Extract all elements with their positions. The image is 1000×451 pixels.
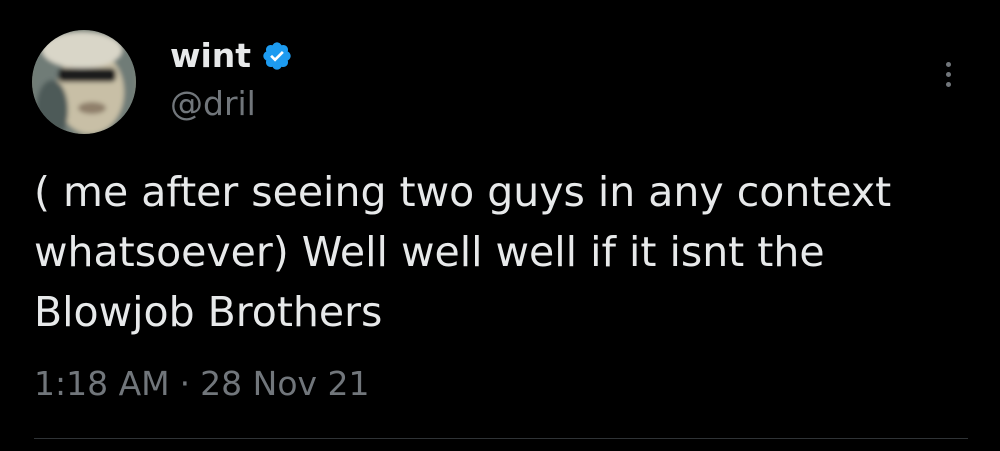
tweet-date: 28 Nov 21 (200, 364, 370, 403)
divider (34, 438, 968, 439)
tweet-text-line: ( me after seeing two guys in any contex… (34, 168, 892, 216)
display-name[interactable]: wint (170, 34, 251, 78)
tweet: wint @dril ( me after seeing two guys in… (0, 0, 1000, 451)
name-row: wint (170, 34, 293, 78)
more-dot (945, 61, 951, 67)
tweet-text-line: whatsoever) Well well well if it isnt th… (34, 228, 825, 276)
verified-badge-icon (261, 40, 293, 72)
avatar[interactable] (32, 30, 136, 134)
avatar-image (32, 30, 136, 134)
more-dot (945, 81, 951, 87)
handle[interactable]: @dril (170, 82, 256, 126)
tweet-time: 1:18 AM (34, 364, 170, 403)
tweet-text: ( me after seeing two guys in any contex… (34, 162, 964, 342)
more-dot (945, 71, 951, 77)
more-options-icon[interactable] (928, 54, 968, 94)
tweet-text-line: Blowjob Brothers (34, 288, 383, 336)
meta-separator: · (179, 364, 191, 403)
tweet-timestamp[interactable]: 1:18 AM · 28 Nov 21 (34, 360, 370, 408)
